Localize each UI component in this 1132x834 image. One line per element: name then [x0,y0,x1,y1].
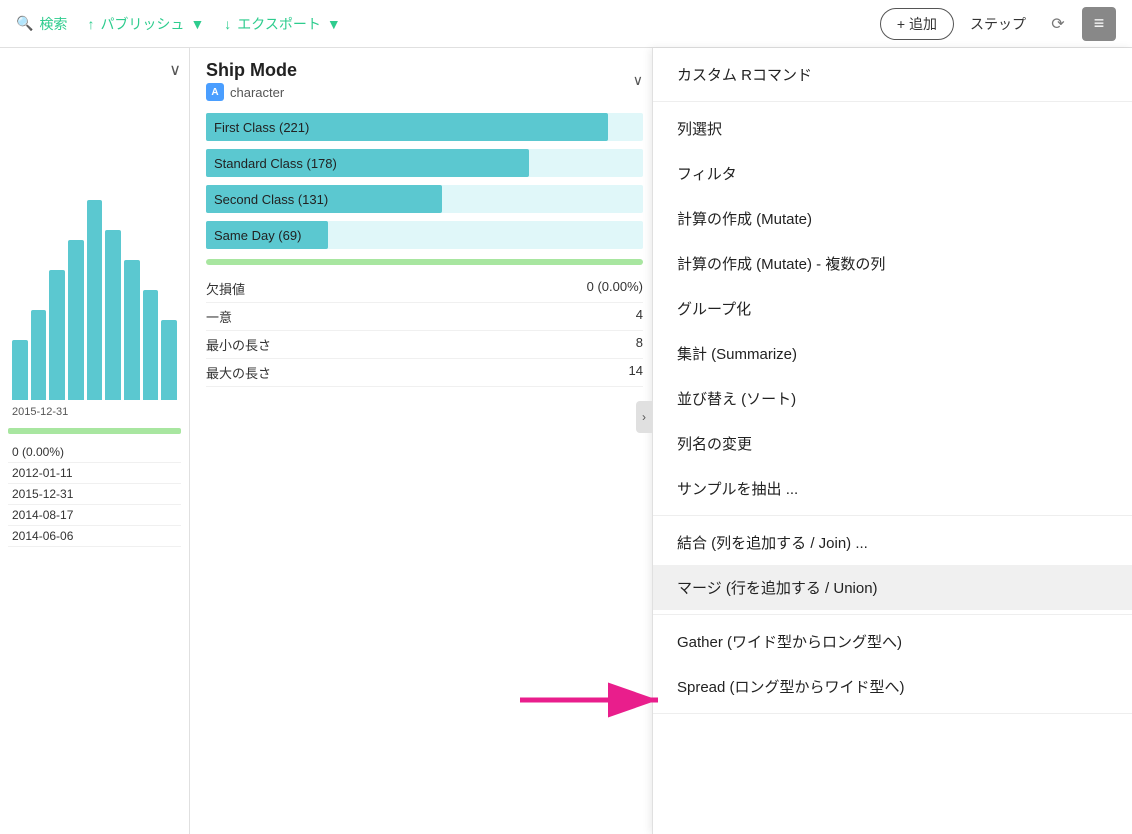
bar-2 [31,310,47,400]
bar-8 [143,290,159,400]
stat-unique-label: 一意 [206,307,232,326]
left-stat-row-2: 2012-01-11 [8,463,181,484]
stat-max-len-label: 最大の長さ [206,363,271,382]
stat-max-len-value: 14 [629,363,643,382]
toolbar-right: + 追加 ステップ ⟳ ≡ [880,7,1116,41]
column-title: Ship Mode [206,60,297,81]
menu-item-mutate-multi[interactable]: 計算の作成 (Mutate) - 複数の列 [653,241,1132,286]
menu-section-2: 列選択 フィルタ 計算の作成 (Mutate) 計算の作成 (Mutate) -… [653,102,1132,516]
stat-min-len-value: 8 [636,335,643,354]
value-bar-label-1: First Class (221) [214,120,309,135]
column-title-group: Ship Mode A character [206,60,297,101]
add-button[interactable]: + 追加 [880,8,954,40]
search-button[interactable]: 🔍 検索 [16,14,67,34]
stat-missing-value: 0 (0.00%) [587,279,643,298]
menu-item-gather[interactable]: Gather (ワイド型からロング型へ) [653,619,1132,664]
left-stat-row-3: 2015-12-31 [8,484,181,505]
menu-item-col-select[interactable]: 列選択 [653,106,1132,151]
bar-3 [49,270,65,400]
left-panel: ∨ 2015-12-31 0 (0.00%) 2012-01-11 [0,48,190,834]
bar-4 [68,240,84,400]
export-chevron-icon: ▼ [327,16,341,32]
value-bar-row-1: First Class (221) [206,113,643,141]
center-green-progress [206,259,643,265]
stat-min-len-label: 最小の長さ [206,335,271,354]
left-stat-rows: 0 (0.00%) 2012-01-11 2015-12-31 2014-08-… [8,442,181,547]
search-icon: 🔍 [16,15,33,32]
menu-item-sort[interactable]: 並び替え (ソート) [653,376,1132,421]
publish-label: パブリッシュ [100,14,184,34]
toolbar: 🔍 検索 ↑ パブリッシュ ▼ ↓ エクスポート ▼ + 追加 ステップ ⟳ ≡ [0,0,1132,48]
left-stat-row-5: 2014-06-06 [8,526,181,547]
value-bar-label-3: Second Class (131) [214,192,328,207]
bar-5 [87,200,103,400]
type-icon: A [206,83,224,101]
bar-9 [161,320,177,400]
pink-arrow-annotation [520,678,670,725]
left-stat-row-4: 2014-08-17 [8,505,181,526]
menu-item-filter[interactable]: フィルタ [653,151,1132,196]
stat-unique: 一意 4 [206,303,643,331]
export-icon: ↓ [224,16,231,32]
menu-section-1: カスタム Rコマンド [653,48,1132,102]
value-bar-label-4: Same Day (69) [214,228,301,243]
value-bar-label-2: Standard Class (178) [214,156,337,171]
value-bar-row-4: Same Day (69) [206,221,643,249]
chart-date-label: 2015-12-31 [8,400,181,424]
menu-button[interactable]: ≡ [1082,7,1116,41]
stat-missing: 欠損値 0 (0.00%) [206,275,643,303]
publish-icon: ↑ [87,16,94,32]
menu-icon: ≡ [1094,13,1105,34]
refresh-icon: ⟳ [1051,14,1064,34]
refresh-button[interactable]: ⟳ [1042,8,1074,40]
publish-button[interactable]: ↑ パブリッシュ ▼ [87,14,204,34]
bar-chart [8,80,181,400]
value-bar-row-3: Second Class (131) [206,185,643,213]
menu-item-join[interactable]: 結合 (列を追加する / Join) ... [653,520,1132,565]
toolbar-left: 🔍 検索 ↑ パブリッシュ ▼ ↓ エクスポート ▼ [16,14,860,34]
left-stat-row-1: 0 (0.00%) [8,442,181,463]
green-progress-bar [8,428,181,434]
menu-item-sample[interactable]: サンプルを抽出 ... [653,466,1132,511]
stat-unique-value: 4 [636,307,643,326]
menu-item-summarize[interactable]: 集計 (Summarize) [653,331,1132,376]
center-stats: 欠損値 0 (0.00%) 一意 4 最小の長さ 8 最大の長さ 14 [206,275,643,387]
column-header: Ship Mode A character ∨ [206,60,643,101]
menu-section-3: 結合 (列を追加する / Join) ... マージ (行を追加する / Uni… [653,516,1132,615]
bar-7 [124,260,140,400]
value-bar-row-2: Standard Class (178) [206,149,643,177]
menu-item-rename[interactable]: 列名の変更 [653,421,1132,466]
menu-item-group[interactable]: グループ化 [653,286,1132,331]
search-label: 検索 [39,14,67,34]
export-label: エクスポート [237,14,321,34]
side-expand-button[interactable]: › [636,401,652,433]
menu-item-union[interactable]: マージ (行を追加する / Union) [653,565,1132,610]
column-type-label: character [230,85,284,100]
bar-6 [105,230,121,400]
column-subtitle: A character [206,83,297,101]
publish-chevron-icon: ▼ [190,16,204,32]
dropdown-menu: カスタム Rコマンド 列選択 フィルタ 計算の作成 (Mutate) 計算の作成… [652,48,1132,834]
left-collapse-button[interactable]: ∨ [169,60,181,80]
value-bars: First Class (221) Standard Class (178) S… [206,113,643,249]
column-collapse-button[interactable]: ∨ [633,72,643,89]
menu-section-4: Gather (ワイド型からロング型へ) Spread (ロング型からワイド型へ… [653,615,1132,714]
menu-item-mutate[interactable]: 計算の作成 (Mutate) [653,196,1132,241]
bar-1 [12,340,28,400]
menu-item-custom-r[interactable]: カスタム Rコマンド [653,52,1132,97]
menu-item-spread[interactable]: Spread (ロング型からワイド型へ) [653,664,1132,709]
stat-missing-label: 欠損値 [206,279,245,298]
stat-min-len: 最小の長さ 8 [206,331,643,359]
export-button[interactable]: ↓ エクスポート ▼ [224,14,340,34]
step-button[interactable]: ステップ [962,9,1034,39]
stat-max-len: 最大の長さ 14 [206,359,643,387]
side-expand-icon: › [642,410,646,424]
